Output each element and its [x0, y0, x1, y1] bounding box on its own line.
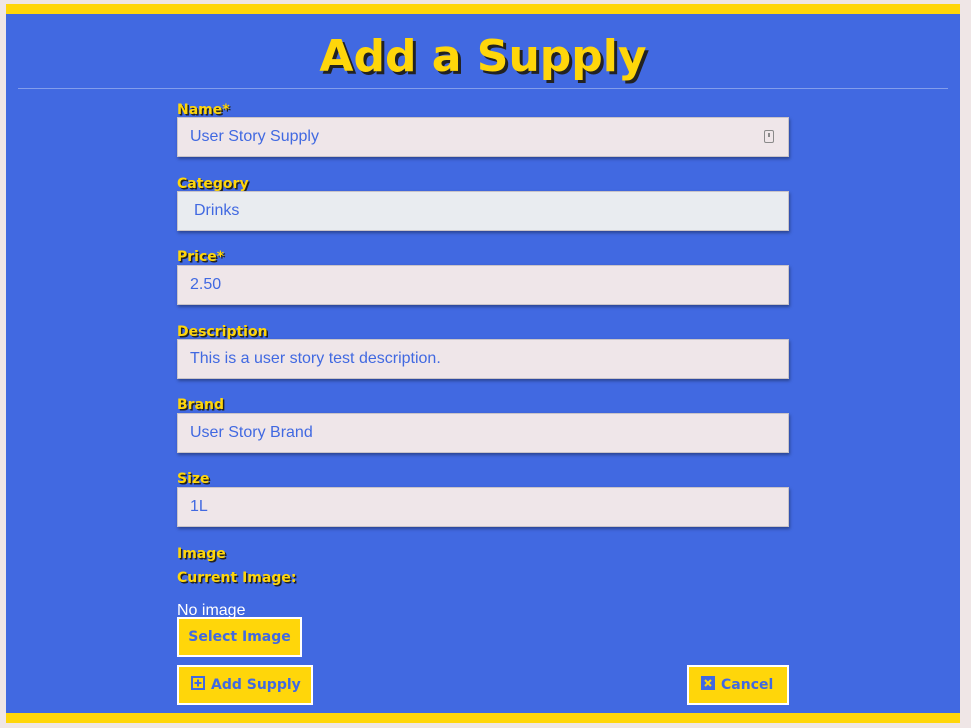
description-field-value: This is a user story test description.: [190, 350, 441, 367]
size-field-value: 1L: [190, 498, 208, 515]
brand-field-value: User Story Brand: [190, 424, 313, 441]
price-label: Price*: [177, 249, 225, 265]
brand-label: Brand: [177, 397, 225, 413]
select-image-button[interactable]: Select Image: [177, 617, 302, 657]
plus-square-icon: [191, 676, 205, 690]
name-field[interactable]: User Story Supply: [177, 117, 789, 157]
category-select[interactable]: Drinks: [177, 191, 789, 231]
add-supply-label: Add Supply: [211, 677, 301, 693]
current-image-label: Current Image:: [177, 570, 297, 586]
size-label: Size: [177, 471, 210, 487]
close-square-icon: [701, 676, 715, 690]
size-field[interactable]: 1L: [177, 487, 789, 527]
cancel-label: Cancel: [721, 677, 774, 693]
title-divider: [18, 88, 948, 89]
add-supply-button[interactable]: Add Supply: [177, 665, 313, 705]
category-select-value: Drinks: [194, 202, 240, 219]
price-field-value: 2.50: [190, 276, 222, 293]
name-field-value: User Story Supply: [190, 128, 319, 145]
price-field[interactable]: 2.50: [177, 265, 789, 305]
page-title: Add a Supply: [319, 31, 647, 82]
cancel-button[interactable]: Cancel: [687, 665, 789, 705]
form-panel: Add a Supply Name* User Story Supply Cat…: [6, 4, 960, 723]
brand-field[interactable]: User Story Brand: [177, 413, 789, 453]
select-image-label: Select Image: [188, 629, 291, 645]
description-field[interactable]: This is a user story test description.: [177, 339, 789, 379]
image-label: Image: [177, 546, 226, 562]
autofill-icon[interactable]: [764, 130, 774, 143]
